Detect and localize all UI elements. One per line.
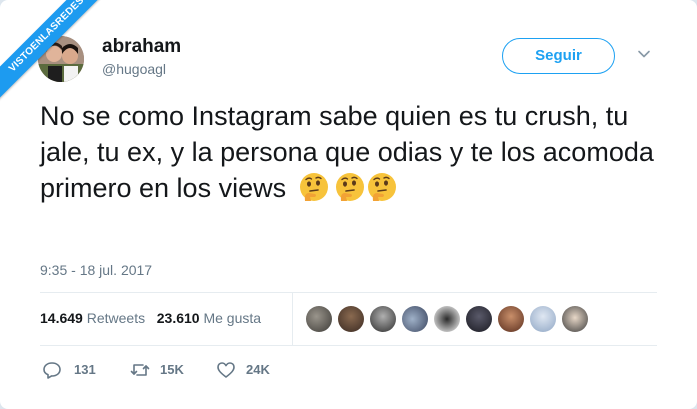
liker-avatar[interactable]: [562, 306, 588, 332]
reply-icon[interactable]: [42, 360, 62, 380]
divider-top: [40, 292, 657, 293]
retweet-count[interactable]: 15K: [160, 362, 184, 377]
heart-icon[interactable]: [216, 360, 236, 380]
reply-count[interactable]: 131: [74, 362, 96, 377]
retweet-icon[interactable]: [130, 360, 150, 380]
liker-avatar[interactable]: [338, 306, 364, 332]
likes-label: Me gusta: [203, 310, 262, 326]
likes-count: 23.610: [156, 310, 200, 326]
chevron-down-icon[interactable]: [636, 46, 652, 62]
user-handle[interactable]: @hugoagl: [102, 61, 166, 77]
tweet-timestamp[interactable]: 9:35 - 18 jul. 2017: [40, 262, 152, 278]
follow-button[interactable]: Seguir: [502, 38, 615, 74]
liker-avatar[interactable]: [370, 306, 396, 332]
liker-avatar[interactable]: [466, 306, 492, 332]
liker-avatar[interactable]: [434, 306, 460, 332]
retweets-label: Retweets: [86, 310, 146, 326]
retweets-stat[interactable]: 14.649 Retweets: [40, 310, 145, 326]
like-count[interactable]: 24K: [246, 362, 270, 377]
liker-avatar[interactable]: [402, 306, 428, 332]
engagement-stats: 14.649 Retweets 23.610 Me gusta: [40, 310, 261, 326]
retweets-count: 14.649: [40, 310, 83, 326]
liker-avatar[interactable]: [498, 306, 524, 332]
likes-stat[interactable]: 23.610 Me gusta: [157, 310, 261, 326]
divider-bottom: [40, 345, 657, 346]
thinking-face-icon: [335, 173, 364, 201]
liker-avatar[interactable]: [306, 306, 332, 332]
thinking-face-icon: [299, 173, 328, 201]
tweet-text: No se como Instagram sabe quien es tu cr…: [40, 98, 670, 206]
liker-avatar[interactable]: [530, 306, 556, 332]
stats-separator: [292, 293, 293, 345]
thinking-face-icon: [367, 173, 396, 201]
display-name[interactable]: abraham: [102, 36, 181, 58]
tweet-card: VISTOENLASREDES abraham @hugoagl Seguir …: [0, 0, 697, 409]
